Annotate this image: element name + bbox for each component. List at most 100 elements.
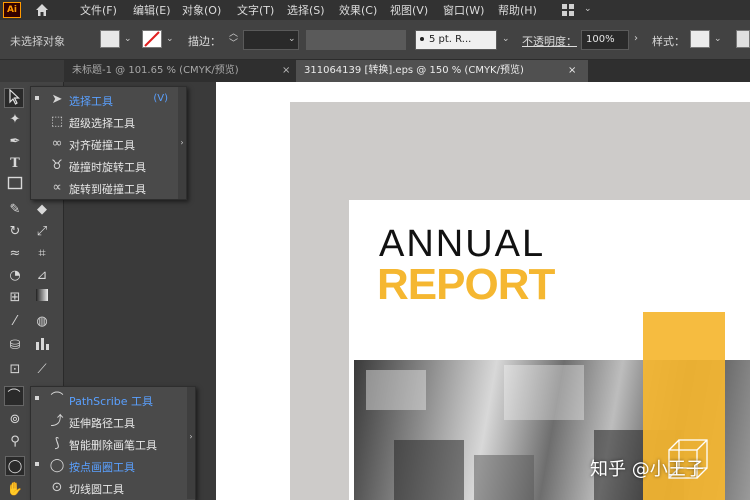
rotate-tool-icon[interactable]: ↻: [5, 222, 25, 242]
stroke-chevron-icon[interactable]: ⌄: [166, 34, 174, 44]
flyout-item-rotate-to-collide[interactable]: ∝ 旋转到碰撞工具: [31, 177, 186, 199]
flyout-label: 选择工具: [69, 95, 113, 108]
rectangle-tool-icon[interactable]: [5, 176, 25, 196]
stroke-stepper-icon[interactable]: ︿ ﹀: [229, 29, 238, 49]
title-report: REPORT: [377, 260, 555, 309]
flyout-item-extend-path[interactable]: ⤴ 延伸路径工具: [31, 411, 195, 433]
document-tab-bar: 未标题-1 @ 101.65 % (CMYK/预览) × 311064139 […: [64, 60, 750, 82]
flyout-label: 延伸路径工具: [69, 417, 135, 430]
flyout-label: 对齐碰撞工具: [69, 139, 135, 152]
flyout-item-smart-delete-brush[interactable]: ⟆ 智能删除画笔工具: [31, 433, 195, 455]
brush-definition-field[interactable]: 5 pt. R...: [415, 30, 497, 50]
flyout-label: 超级选择工具: [69, 117, 135, 130]
flyout-item-pathscribe[interactable]: ⌒ PathScribe 工具: [31, 389, 195, 411]
workspace-grid-icon[interactable]: [562, 4, 574, 16]
flyout-label: 旋转到碰撞工具: [69, 183, 146, 196]
blend-tool-icon[interactable]: ◍: [32, 312, 52, 332]
document-setup-button[interactable]: [736, 30, 750, 48]
shortcut-key: (V): [153, 93, 168, 104]
type-tool-icon[interactable]: T: [5, 154, 25, 174]
opacity-field[interactable]: 100%: [581, 30, 629, 50]
fill-swatch[interactable]: [100, 30, 120, 48]
pathscribe-tool-icon[interactable]: ⌒: [4, 386, 24, 406]
menu-edit[interactable]: 编辑(E): [133, 2, 171, 18]
flyout-item-selection-tool[interactable]: ➤ 选择工具 (V): [31, 89, 186, 111]
flyout-item-super-select[interactable]: ⬚ 超级选择工具: [31, 111, 186, 133]
flyout-item-align-collide[interactable]: ∞ 对齐碰撞工具: [31, 133, 186, 155]
opacity-label[interactable]: 不透明度：: [522, 33, 577, 49]
gradient-tool-icon[interactable]: [32, 288, 52, 308]
marquee-icon: ⬚: [50, 114, 64, 129]
magic-wand-icon[interactable]: ✦: [5, 110, 25, 130]
brush-value: 5 pt. R...: [429, 34, 472, 45]
tab-label: 未标题-1 @ 101.65 % (CMYK/预览): [72, 65, 239, 76]
flyout-edge-arrow-icon[interactable]: ›: [187, 387, 195, 499]
eraser-icon[interactable]: ◆: [32, 200, 52, 220]
menu-bar: Ai 文件(F) 编辑(E) 对象(O) 文字(T) 选择(S) 效果(C) 视…: [0, 0, 750, 20]
flyout-edge-arrow-icon[interactable]: ›: [178, 87, 186, 199]
path-tools-flyout: ⌒ PathScribe 工具 ⤴ 延伸路径工具 ⟆ 智能删除画笔工具 ◯ 按点…: [30, 386, 196, 500]
variable-width-field[interactable]: [306, 30, 406, 50]
flyout-label: 按点画圈工具: [69, 461, 135, 474]
home-icon[interactable]: [34, 2, 50, 18]
column-graph-icon[interactable]: [32, 336, 52, 356]
extend-path-tool-icon[interactable]: ⊚: [5, 410, 25, 430]
flyout-item-circle-by-points[interactable]: ◯ 按点画圈工具: [31, 455, 195, 477]
shape-builder-icon[interactable]: ◔: [5, 266, 25, 286]
menu-file[interactable]: 文件(F): [80, 2, 117, 18]
smart-delete-icon: ⟆: [54, 436, 60, 451]
watermark: 知乎 @小王子: [590, 459, 704, 480]
flyout-label: 碰撞时旋转工具: [69, 161, 146, 174]
tangent-circle-icon: ⊙: [51, 480, 63, 495]
flyout-item-rotate-collide[interactable]: ♉ 碰撞时旋转工具: [31, 155, 186, 177]
menu-type[interactable]: 文字(T): [237, 2, 274, 18]
tab-untitled-1[interactable]: 未标题-1 @ 101.65 % (CMYK/预览) ×: [64, 60, 296, 82]
scale-tool-icon[interactable]: ⤢: [32, 222, 52, 242]
flyout-item-tangent-circle[interactable]: ⊙ 切线圆工具: [31, 477, 195, 499]
menu-window[interactable]: 窗口(W): [443, 2, 484, 18]
tab-311064139-eps[interactable]: 311064139 [转换].eps @ 150 % (CMYK/预览) ×: [296, 60, 588, 82]
circle-by-points-tool-icon[interactable]: ◯: [5, 456, 25, 476]
circles-icon: ∞: [51, 136, 63, 151]
opacity-arrow-icon[interactable]: ›: [634, 33, 638, 44]
hand-tool-icon[interactable]: ✋: [5, 480, 25, 500]
rotate-collide-icon: ♉: [51, 158, 63, 173]
close-icon[interactable]: ×: [282, 60, 290, 82]
menu-select[interactable]: 选择(S): [287, 2, 325, 18]
style-label: 样式：: [652, 35, 685, 48]
stroke-label: 描边：: [188, 35, 221, 48]
artboard-tool-icon[interactable]: ⊡: [5, 360, 25, 380]
menu-help[interactable]: 帮助(H): [498, 2, 537, 18]
free-transform-icon[interactable]: ⌗: [32, 244, 52, 264]
selection-tool-icon[interactable]: [4, 88, 24, 108]
symbol-sprayer-icon[interactable]: ⛁: [5, 336, 25, 356]
graphic-style-swatch[interactable]: [690, 30, 710, 48]
style-chevron-icon[interactable]: ⌄: [714, 34, 722, 44]
flyout-label: 切线圆工具: [69, 483, 124, 496]
opacity-value: 100%: [586, 34, 615, 45]
fill-chevron-icon[interactable]: ⌄: [124, 34, 132, 44]
slice-tool-icon[interactable]: ⟋: [32, 360, 52, 380]
perspective-grid-icon[interactable]: ⊿: [32, 266, 52, 286]
stroke-weight-chevron-icon[interactable]: ⌄: [288, 34, 296, 44]
menu-view[interactable]: 视图(V): [390, 2, 428, 18]
paintbrush-icon[interactable]: ✎: [5, 200, 25, 220]
active-bullet: [35, 462, 39, 466]
chevron-down-icon[interactable]: ⌄: [584, 4, 592, 14]
selection-tools-flyout: ➤ 选择工具 (V) ⬚ 超级选择工具 ∞ 对齐碰撞工具 ♉ 碰撞时旋转工具 ∝…: [30, 86, 187, 200]
eyedropper-icon[interactable]: ⁄: [5, 312, 25, 332]
pen-tool-icon[interactable]: ✒: [5, 132, 25, 152]
brush-dot-icon: [420, 37, 424, 41]
mesh-tool-icon[interactable]: ⊞: [5, 288, 25, 308]
menu-object[interactable]: 对象(O): [182, 2, 221, 18]
title-annual: ANNUAL: [379, 223, 546, 265]
close-icon[interactable]: ×: [568, 60, 576, 82]
selection-status: 未选择对象: [10, 35, 65, 48]
pathscribe-icon: ⌒: [50, 392, 64, 407]
menu-effect[interactable]: 效果(C): [339, 2, 377, 18]
brush-chevron-icon[interactable]: ⌄: [502, 34, 510, 44]
width-tool-icon[interactable]: ≈: [5, 244, 25, 264]
stroke-none-swatch[interactable]: [142, 30, 162, 48]
illustrator-logo: Ai: [3, 2, 21, 18]
smart-remove-brush-icon[interactable]: ⚲: [5, 432, 25, 452]
